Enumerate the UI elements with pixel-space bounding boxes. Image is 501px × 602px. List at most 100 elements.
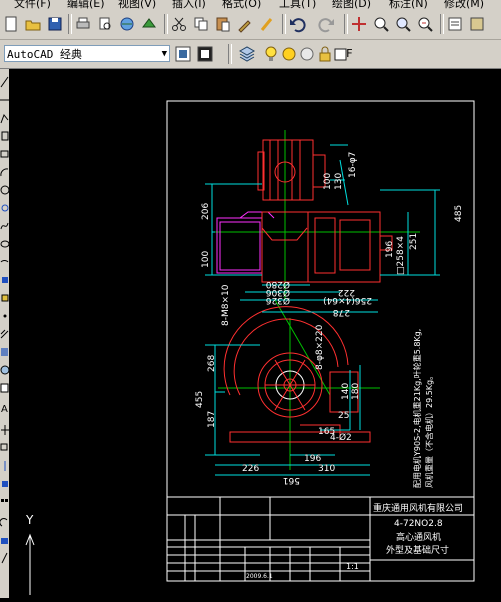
dim-326: Ø326 — [265, 295, 290, 306]
model-number: 4-72NO2.8 — [394, 519, 443, 529]
match-properties-icon[interactable] — [236, 15, 254, 33]
note-line-1: 配用电机Y90S-2,电机重21Kg,叶轮重5.8Kg, — [412, 329, 422, 488]
dim-130: 130 — [334, 173, 344, 190]
polyline-icon[interactable] — [0, 109, 9, 124]
dim-165: 165 — [318, 427, 335, 437]
menu-dimension[interactable]: 标注(N) — [389, 0, 428, 9]
drawing-name: 高心通风机 — [396, 531, 441, 543]
circle-icon[interactable] — [0, 181, 9, 195]
table-icon[interactable] — [0, 379, 9, 393]
note-line-2: 风机重量（不含电机）29.5Kg。 — [424, 372, 434, 488]
sun-freeze-icon[interactable] — [280, 45, 298, 63]
workspace-save-icon[interactable] — [196, 45, 214, 63]
point-icon[interactable] — [0, 307, 9, 319]
workspace-selected: AutoCAD 经典 — [7, 48, 82, 61]
dim-455: 455 — [195, 391, 205, 408]
motor-body — [257, 139, 326, 201]
standard-toolbar — [0, 9, 501, 40]
toolbar-separator — [228, 44, 232, 64]
revision-cloud-icon[interactable] — [0, 199, 9, 212]
plot-preview-icon[interactable] — [96, 15, 114, 33]
chevron-down-icon[interactable]: ▼ — [162, 46, 167, 63]
new-icon[interactable] — [2, 15, 20, 33]
print-icon[interactable] — [74, 15, 92, 33]
ellipse-arc-icon[interactable] — [0, 253, 9, 265]
arc-icon[interactable] — [0, 163, 9, 177]
workspace-settings-icon[interactable] — [174, 45, 192, 63]
dim-100-left: 100 — [201, 251, 211, 268]
menu-view[interactable]: 视图(V) — [118, 0, 156, 9]
construction-line-icon[interactable] — [0, 91, 9, 103]
fan-housing-side — [216, 211, 393, 283]
layer-properties-icon[interactable] — [238, 45, 256, 63]
layer-name[interactable]: F — [346, 47, 353, 60]
dim-226: 226 — [242, 464, 259, 474]
insert-block-icon[interactable] — [0, 271, 9, 283]
undo-icon[interactable] — [288, 15, 306, 33]
modify-mirror-icon[interactable] — [0, 457, 9, 471]
drawing-date: 2009.6.1 — [246, 573, 273, 580]
region-icon[interactable] — [0, 361, 9, 375]
menu-edit[interactable]: 编辑(E) — [67, 0, 105, 9]
gradient-icon[interactable] — [0, 343, 9, 356]
cut-icon[interactable] — [170, 15, 188, 33]
polygon-icon[interactable] — [0, 127, 9, 141]
make-block-icon[interactable] — [0, 289, 9, 302]
modify-move-icon[interactable] — [0, 421, 9, 435]
redo-icon[interactable] — [318, 15, 336, 33]
zoom-previous-icon[interactable] — [416, 15, 434, 33]
modify-scale-icon[interactable] — [0, 531, 9, 544]
dim-8m8: 8-M8×10 — [221, 284, 231, 326]
dim-187: 187 — [207, 411, 217, 428]
dim-258: □258×4 — [396, 236, 406, 275]
ellipse-icon[interactable] — [0, 235, 9, 248]
svg-text:A: A — [1, 404, 8, 414]
modify-stretch-icon[interactable] — [0, 549, 9, 564]
block-editor-icon[interactable] — [258, 15, 276, 33]
lightbulb-icon[interactable] — [262, 45, 280, 63]
multiline-text-icon[interactable]: A — [0, 399, 9, 415]
design-center-icon[interactable] — [468, 15, 486, 33]
workspace-toolbar: AutoCAD 经典 ▼ F — [0, 40, 501, 69]
paste-icon[interactable] — [214, 15, 232, 33]
menu-draw[interactable]: 绘图(D) — [332, 0, 371, 9]
modify-array-icon[interactable] — [0, 493, 9, 505]
hatch-icon[interactable] — [0, 325, 9, 339]
toolbar-separator — [344, 14, 348, 34]
modify-offset-icon[interactable] — [0, 475, 9, 487]
menu-insert[interactable]: 插入(I) — [172, 0, 206, 9]
line-icon[interactable] — [0, 73, 9, 88]
copy-icon[interactable] — [192, 15, 210, 33]
3d-dwf-icon[interactable] — [140, 15, 158, 33]
spline-icon[interactable] — [0, 217, 9, 230]
dim-485: 485 — [454, 205, 464, 222]
open-icon[interactable] — [24, 15, 42, 33]
zoom-realtime-icon[interactable] — [372, 15, 390, 33]
dim-140: 140 — [341, 383, 351, 400]
rectangle-icon[interactable] — [0, 145, 9, 158]
technical-notes: 配用电机Y90S-2,电机重21Kg,叶轮重5.8Kg, 风机重量（不含电机）2… — [412, 329, 434, 488]
publish-icon[interactable] — [118, 15, 136, 33]
workspace-dropdown[interactable]: AutoCAD 经典 ▼ — [4, 45, 170, 62]
menu-modify[interactable]: 修改(M) — [444, 0, 484, 9]
modify-rotate-icon[interactable] — [0, 513, 9, 527]
dim-8-220: 8-φ8×220 — [315, 324, 325, 370]
menu-format[interactable]: 格式(O) — [222, 0, 261, 9]
dimension-texts: 206 100 100 130 16-φ7 485 251 196 □258×4… — [195, 152, 464, 485]
drawing-svg: Y 206 100 100 130 16-φ7 485 251 196 □258… — [25, 100, 475, 595]
viewport-freeze-icon[interactable] — [298, 45, 316, 63]
drawing-canvas[interactable]: Y 206 100 100 130 16-φ7 485 251 196 □258… — [9, 69, 501, 598]
drawing-scale: 1:1 — [346, 562, 359, 571]
menu-file[interactable]: 文件(F) — [14, 0, 51, 9]
menu-tools[interactable]: 工具(T) — [279, 0, 316, 9]
properties-icon[interactable] — [446, 15, 464, 33]
dim-206: 206 — [201, 203, 211, 220]
pan-icon[interactable] — [350, 15, 368, 33]
drawing-subtitle: 外型及基础尺寸 — [386, 544, 449, 556]
zoom-window-icon[interactable] — [394, 15, 412, 33]
dim-196b: 196 — [304, 454, 321, 464]
save-icon[interactable] — [46, 15, 64, 33]
dim-278: 278 — [333, 307, 350, 317]
modify-copy-icon[interactable] — [0, 439, 9, 451]
dim-100-top: 100 — [323, 173, 333, 190]
